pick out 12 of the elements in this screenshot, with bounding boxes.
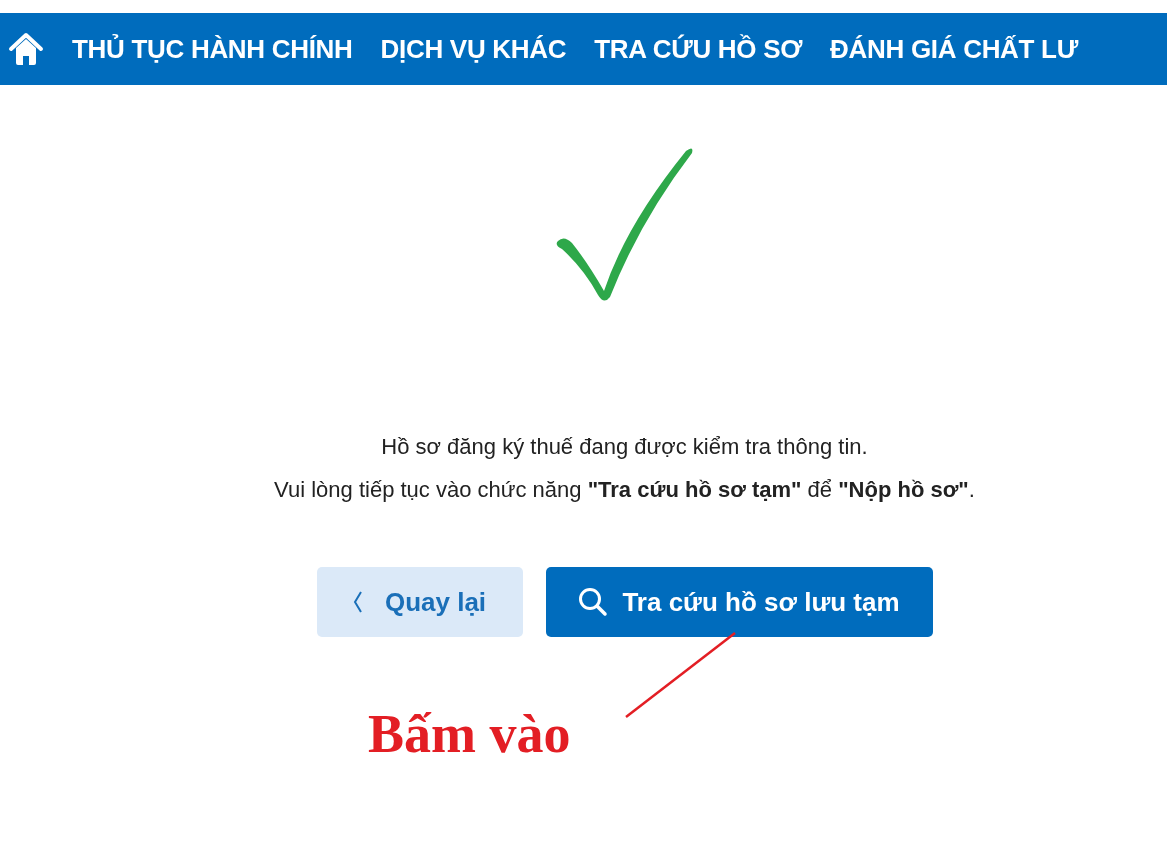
chevron-left-icon [352, 590, 363, 614]
search-icon [578, 587, 609, 617]
search-button[interactable]: Tra cứu hồ sơ lưu tạm [545, 567, 933, 637]
back-button[interactable]: Quay lại [316, 567, 523, 637]
nav-link[interactable]: ĐÁNH GIÁ CHẤT LƯ [830, 29, 1078, 69]
info-text: Vui lòng tiếp tục vào chức năng "Tra cứu hồ sơ tạm" để "Nộp hồ sơ". [274, 476, 975, 504]
info-text: Hồ sơ đăng ký thuế đang được kiểm tra thông tin. [381, 433, 868, 461]
home-icon[interactable] [8, 32, 44, 66]
nav-link[interactable]: THỦ TỤC HÀNH CHÍNH [72, 29, 353, 69]
nav-link[interactable]: DỊCH VỤ KHÁC [380, 29, 567, 69]
annotation-text: Bấm vào [368, 703, 571, 766]
nav-link[interactable]: TRA CỨU HỒ SƠ [594, 29, 803, 69]
